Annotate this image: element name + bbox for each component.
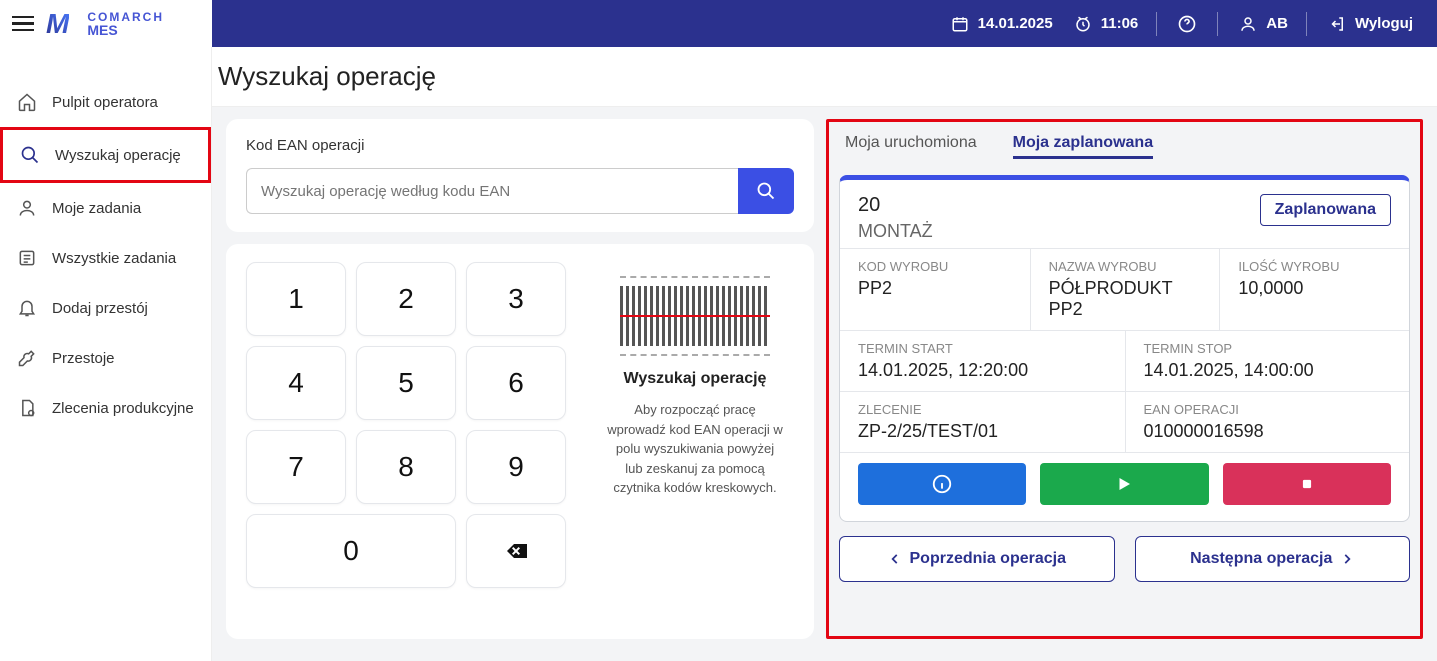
brand-bottom: MES xyxy=(87,23,164,37)
ean-code: 010000016598 xyxy=(1144,421,1392,442)
header-date: 14.01.2025 xyxy=(948,12,1053,36)
key-3[interactable]: 3 xyxy=(466,262,566,336)
prev-operation-button[interactable]: Poprzednia operacja xyxy=(839,536,1115,582)
menu-icon[interactable] xyxy=(12,16,34,32)
barcode-icon xyxy=(620,276,770,356)
stop-button[interactable] xyxy=(1223,463,1391,505)
sidebar-item-all-tasks[interactable]: Wszystkie zadania xyxy=(0,233,211,283)
key-2[interactable]: 2 xyxy=(356,262,456,336)
wrench-icon xyxy=(16,347,38,369)
operation-seq: 20 xyxy=(858,194,933,217)
key-7[interactable]: 7 xyxy=(246,430,346,504)
key-4[interactable]: 4 xyxy=(246,346,346,420)
user-icon xyxy=(1236,12,1260,36)
logo-mark: M xyxy=(46,8,69,40)
operation-name: MONTAŻ xyxy=(858,221,933,242)
ean-search-input[interactable] xyxy=(246,168,738,214)
sidebar-item-my-tasks[interactable]: Moje zadania xyxy=(0,183,211,233)
operation-card: 20 MONTAŻ Zaplanowana KOD WYROBUPP2 NAZW… xyxy=(839,175,1410,522)
home-icon xyxy=(16,91,38,113)
help-icon[interactable] xyxy=(1175,12,1199,36)
key-1[interactable]: 1 xyxy=(246,262,346,336)
logout-button[interactable]: Wyloguj xyxy=(1325,12,1413,36)
logo-area: M COMARCH MES xyxy=(0,0,212,47)
scan-hint: Aby rozpocząć pracę wprowadź kod EAN ope… xyxy=(596,400,794,498)
sidebar-item-add-downtime[interactable]: Dodaj przestój xyxy=(0,283,211,333)
sidebar-item-label: Przestoje xyxy=(52,350,115,367)
tab-running[interactable]: Moja uruchomiona xyxy=(845,130,977,159)
order-code: ZP-2/25/TEST/01 xyxy=(858,421,1107,442)
brand-top: COMARCH xyxy=(87,11,164,23)
key-6[interactable]: 6 xyxy=(466,346,566,420)
scan-title: Wyszukaj operację xyxy=(596,370,794,388)
product-qty: 10,0000 xyxy=(1238,278,1391,299)
info-button[interactable] xyxy=(858,463,1026,505)
product-code: PP2 xyxy=(858,278,1012,299)
key-0[interactable]: 0 xyxy=(246,514,456,588)
key-backspace[interactable] xyxy=(466,514,566,588)
search-icon xyxy=(19,144,41,166)
search-label: Kod EAN operacji xyxy=(246,137,794,154)
search-card: Kod EAN operacji xyxy=(226,119,814,232)
sidebar: Pulpit operatora Wyszukaj operację Moje … xyxy=(0,47,212,661)
clock-icon xyxy=(1071,12,1095,36)
person-icon xyxy=(16,197,38,219)
logout-icon xyxy=(1325,12,1349,36)
keypad-card: 1 2 3 4 5 6 7 8 9 0 xyxy=(226,244,814,639)
calendar-icon xyxy=(948,12,972,36)
key-5[interactable]: 5 xyxy=(356,346,456,420)
key-8[interactable]: 8 xyxy=(356,430,456,504)
header-user[interactable]: AB xyxy=(1236,12,1288,36)
term-stop: 14.01.2025, 14:00:00 xyxy=(1144,360,1392,381)
main: Wyszukaj operację Kod EAN operacji 1 2 xyxy=(212,47,1437,661)
document-icon xyxy=(16,397,38,419)
operation-panel: Moja uruchomiona Moja zaplanowana 20 MON… xyxy=(826,119,1423,639)
term-start: 14.01.2025, 12:20:00 xyxy=(858,360,1107,381)
sidebar-item-label: Pulpit operatora xyxy=(52,94,158,111)
sidebar-item-label: Zlecenia produkcyjne xyxy=(52,400,194,417)
tab-planned[interactable]: Moja zaplanowana xyxy=(1013,130,1153,159)
bell-icon xyxy=(16,297,38,319)
sidebar-item-label: Wszystkie zadania xyxy=(52,250,176,267)
topbar: M COMARCH MES 14.01.2025 11:06 AB Wylogu… xyxy=(0,0,1437,47)
scan-help: Wyszukaj operację Aby rozpocząć pracę wp… xyxy=(596,262,794,498)
page-title: Wyszukaj operację xyxy=(212,47,1437,107)
sidebar-item-label: Wyszukaj operację xyxy=(55,147,181,164)
sidebar-item-label: Moje zadania xyxy=(52,200,141,217)
key-9[interactable]: 9 xyxy=(466,430,566,504)
header-time: 11:06 xyxy=(1071,12,1139,36)
product-name: PÓŁPRODUKT PP2 xyxy=(1049,278,1202,320)
next-operation-button[interactable]: Następna operacja xyxy=(1135,536,1411,582)
list-icon xyxy=(16,247,38,269)
sidebar-item-dashboard[interactable]: Pulpit operatora xyxy=(0,77,211,127)
sidebar-item-label: Dodaj przestój xyxy=(52,300,148,317)
operation-tabs: Moja uruchomiona Moja zaplanowana xyxy=(839,130,1410,165)
status-badge: Zaplanowana xyxy=(1260,194,1391,226)
sidebar-item-production-orders[interactable]: Zlecenia produkcyjne xyxy=(0,383,211,433)
search-button[interactable] xyxy=(738,168,794,214)
play-button[interactable] xyxy=(1040,463,1208,505)
sidebar-item-downtimes[interactable]: Przestoje xyxy=(0,333,211,383)
sidebar-item-search-operation[interactable]: Wyszukaj operację xyxy=(0,127,211,183)
